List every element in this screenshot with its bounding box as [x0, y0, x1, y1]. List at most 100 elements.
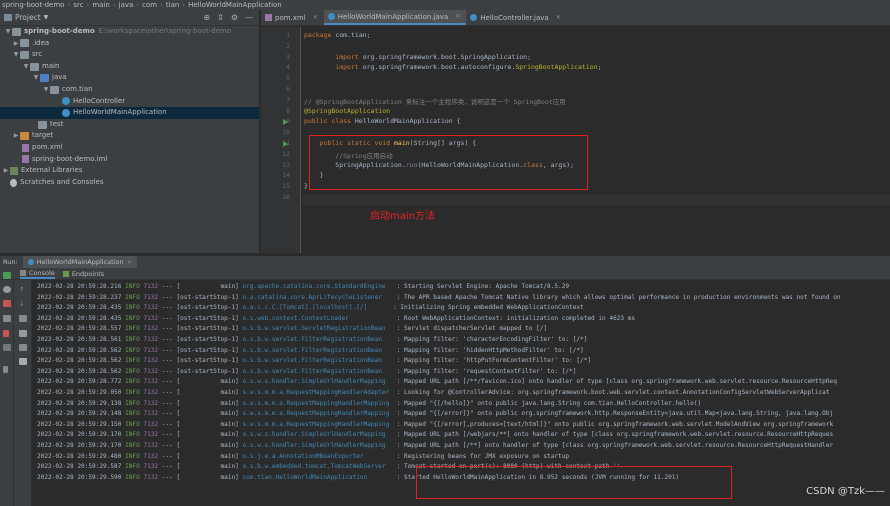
editor-tab[interactable]: pom.xml ✕ — [261, 10, 324, 25]
log-pid: 7132 — [143, 452, 159, 460]
breadcrumb-item[interactable]: java — [119, 1, 134, 9]
line-number: 7 — [286, 95, 290, 104]
endpoints-icon — [62, 270, 69, 277]
breadcrumb-item[interactable]: com — [142, 1, 157, 9]
log-sep: --- — [161, 389, 173, 396]
log-ts: 2022-02-28 20:59:28.562 — [37, 367, 122, 375]
log-sep: --- — [161, 431, 173, 439]
log-lv: INFO — [125, 378, 140, 386]
exit-icon[interactable] — [3, 330, 9, 337]
tree-item[interactable]: test — [0, 119, 259, 131]
breadcrumb-item[interactable]: spring-boot-demo — [2, 1, 64, 9]
layout-icon[interactable] — [3, 344, 11, 351]
expand-arrow-icon[interactable]: ▼ — [32, 72, 40, 84]
breadcrumb-separator: › — [112, 1, 116, 9]
project-view-icon — [4, 14, 12, 21]
log-lg: o.s.w.s.handler.SimpleUrlHandlerMapping — [242, 431, 393, 439]
close-icon[interactable]: × — [127, 256, 132, 268]
log-lv: INFO — [125, 367, 140, 375]
tree-item[interactable]: ▼ com.tian — [0, 84, 259, 96]
soft-wrap-icon[interactable] — [19, 315, 27, 322]
close-icon[interactable]: ✕ — [313, 10, 318, 26]
log-th: [ost-startStop-1] — [176, 325, 239, 333]
run-gutter-icon[interactable] — [283, 140, 288, 147]
log-pid: 7132 — [143, 357, 159, 365]
pin-icon[interactable] — [3, 366, 8, 373]
restart-icon[interactable] — [3, 286, 11, 293]
log-lv: INFO — [125, 325, 140, 333]
log-th: [ main] — [176, 410, 239, 418]
expand-arrow-icon[interactable]: ▶ — [2, 165, 10, 177]
breadcrumb-item[interactable]: tian — [166, 1, 179, 9]
log-lv: INFO — [125, 389, 140, 396]
log-ts: 2022-02-28 20:59:29.170 — [37, 442, 122, 449]
breadcrumb-item[interactable]: HelloWorldMainApplication — [188, 1, 282, 9]
tree-item[interactable]: ▶ target — [0, 130, 259, 142]
log-msg: : Mapped "{[/error],produces=[text/html]… — [396, 420, 834, 428]
tree-item[interactable]: ▶ .idea — [0, 38, 259, 50]
project-title[interactable]: Project — [15, 10, 41, 26]
up-arrow-icon[interactable]: ↑ — [19, 286, 27, 294]
breadcrumb-separator: › — [86, 1, 90, 9]
editor-tab[interactable]: HelloWorldMainApplication.java ✕ — [323, 9, 467, 25]
log-line: 2022-02-28 20:59:29.150 INFO 7132 --- [ … — [37, 420, 833, 431]
folder-icon — [30, 62, 39, 71]
expand-arrow-icon[interactable]: ▶ — [12, 38, 20, 50]
down-arrow-icon[interactable]: ↓ — [19, 300, 27, 308]
tree-item[interactable]: ▼ spring-boot-demo E:\workspace\other\spri… — [0, 26, 259, 38]
line-number: 1 — [286, 31, 290, 39]
watermark: CSDN @Tzk—— — [804, 486, 887, 497]
maven-file-icon — [265, 14, 272, 21]
expand-arrow-icon[interactable]: ▶ — [12, 130, 20, 142]
log-pid: 7132 — [143, 410, 159, 418]
hide-icon[interactable]: — — [245, 10, 253, 26]
breadcrumb-item[interactable]: src — [73, 1, 83, 9]
expand-arrow-icon[interactable]: ▼ — [22, 61, 30, 73]
file-icon — [22, 143, 29, 152]
tree-item[interactable]: HelloWorldMainApplication — [0, 107, 259, 119]
clear-icon[interactable] — [19, 358, 27, 365]
code-token: SpringBootApplication — [515, 63, 598, 72]
tree-item[interactable]: HelloController — [0, 96, 259, 108]
tree-item-label: target — [32, 131, 54, 140]
rerun-icon[interactable] — [3, 272, 11, 279]
expand-arrow-icon[interactable]: ▼ — [4, 26, 12, 38]
tab-console[interactable]: Console — [20, 268, 55, 279]
log-lg: s.w.s.m.m.a.RequestMappingHandlerAdapter — [242, 389, 393, 396]
tree-item[interactable]: ▼ java — [0, 72, 259, 84]
line-number: 14 — [282, 171, 290, 180]
tree-item[interactable]: ▼ main — [0, 61, 259, 73]
editor-gutter: 1 2 3 4 5 6 7 8 9 10 11 12 13 14 15 16 — [261, 27, 301, 253]
expand-arrow-icon[interactable]: ▼ — [42, 84, 50, 96]
collapse-icon[interactable]: ⇕ — [217, 10, 224, 26]
expand-arrow-icon[interactable]: ▼ — [12, 49, 20, 61]
close-icon[interactable]: ✕ — [556, 10, 561, 26]
editor-tab[interactable]: HelloController.java ✕ — [466, 10, 566, 25]
stop-icon[interactable] — [3, 300, 11, 307]
locate-icon[interactable]: ⊕ — [203, 10, 210, 26]
log-ts: 2022-02-28 20:59:29.050 — [37, 389, 122, 396]
tab-endpoints[interactable]: Endpoints — [62, 268, 104, 279]
gear-icon[interactable]: ⚙ — [231, 10, 238, 26]
tree-item[interactable]: Scratches and Consoles — [0, 177, 259, 189]
close-icon[interactable]: ✕ — [455, 9, 460, 25]
print-icon[interactable] — [19, 344, 27, 351]
run-gutter-icon[interactable] — [283, 118, 288, 125]
scroll-end-icon[interactable] — [19, 330, 27, 337]
tree-item[interactable]: ▼ src — [0, 49, 259, 61]
log-lg: o.s.b.w.embedded.tomcat.TomcatWebServer — [242, 463, 393, 471]
dropdown-icon[interactable]: ▼ — [44, 10, 49, 26]
log-ts: 2022-02-28 20:59:28.216 — [37, 283, 122, 290]
log-lv: INFO — [125, 410, 140, 418]
cls-icon — [62, 108, 70, 117]
log-ts: 2022-02-28 20:59:29.148 — [37, 410, 122, 418]
code-token: ; — [597, 63, 602, 72]
breadcrumb-item[interactable]: main — [92, 1, 110, 9]
tree-item[interactable]: pom.xml — [0, 142, 259, 154]
camera-icon[interactable] — [3, 315, 11, 322]
tree-item[interactable]: ▶ External Libraries — [0, 165, 259, 177]
log-msg: : Mapped URL path [/**/favicon.ico] onto… — [396, 378, 837, 386]
log-sep: --- — [161, 304, 173, 312]
log-lg: o.s.web.context.ContextLoader — [242, 314, 393, 322]
tree-item[interactable]: spring-boot-demo.iml — [0, 154, 259, 166]
